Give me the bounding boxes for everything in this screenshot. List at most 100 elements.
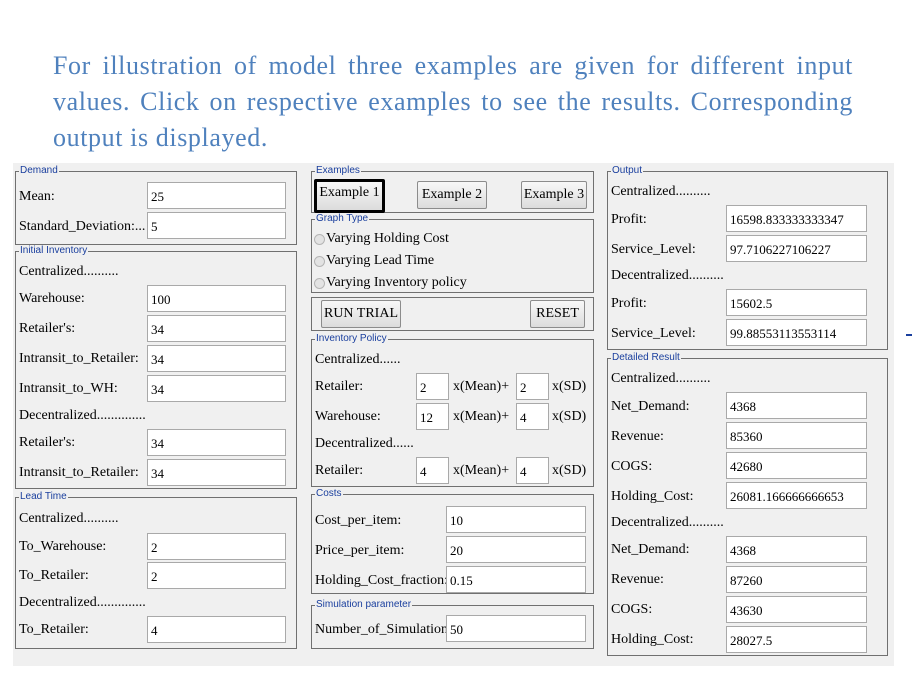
graph-type-legend: Graph Type — [315, 213, 370, 225]
initial-inventory-legend: Initial Inventory — [19, 245, 89, 257]
lt-decentralized-label: Decentralized.............. — [19, 595, 146, 610]
example-2-button[interactable]: Example 2 — [417, 181, 487, 209]
dr-centralized-label: Centralized.......... — [611, 371, 711, 386]
mean-input[interactable]: 25 — [147, 182, 286, 209]
ip-retailer-sd-input[interactable]: 2 — [516, 373, 549, 400]
radio-varying-holding-cost[interactable]: Varying Holding Cost — [314, 231, 449, 247]
service-level-output: 97.7106227106227 — [726, 235, 867, 262]
number-of-simulation-input[interactable]: 50 — [446, 615, 586, 642]
d-cogs-output: 43630 — [726, 596, 867, 623]
warehouse-label: Warehouse: — [19, 291, 85, 306]
d-retailers-input[interactable]: 34 — [147, 429, 286, 456]
to-retailer-label: To_Retailer: — [19, 568, 89, 583]
revenue-output: 85360 — [726, 422, 867, 449]
warehouse-input[interactable]: 100 — [147, 285, 286, 312]
ip-d-retailer-mean-input[interactable]: 4 — [416, 457, 449, 484]
demand-legend: Demand — [19, 165, 59, 177]
ip-d-retailer-sd-input[interactable]: 4 — [516, 457, 549, 484]
radio-label: Varying Lead Time — [326, 253, 435, 268]
ip-warehouse-mean-suffix: x(Mean)+ — [453, 409, 510, 424]
costs-group: Costs Cost_per_item: 10 Price_per_item: … — [311, 488, 594, 594]
retailers-label: Retailer's: — [19, 321, 76, 336]
radio-label: Varying Inventory policy — [326, 275, 467, 290]
d-revenue-output: 87260 — [726, 566, 867, 593]
number-of-simulation-label: Number_of_Simulation: — [315, 622, 452, 637]
out-decentralized-label: Decentralized.......... — [611, 268, 724, 283]
detailed-result-legend: Detailed Result — [611, 352, 681, 364]
d-net-demand-output: 4368 — [726, 536, 867, 563]
d-profit-label: Profit: — [611, 296, 647, 311]
d-revenue-label: Revenue: — [611, 572, 664, 587]
retailers-input[interactable]: 34 — [147, 315, 286, 342]
price-per-item-input[interactable]: 20 — [446, 536, 586, 563]
ip-retailer-mean-suffix: x(Mean)+ — [453, 379, 510, 394]
ip-retailer-mean-input[interactable]: 2 — [416, 373, 449, 400]
ip-centralized-label: Centralized...... — [315, 352, 401, 367]
lead-time-legend: Lead Time — [19, 491, 68, 503]
initial-inventory-group: Initial Inventory Centralized.......... … — [15, 245, 297, 489]
ip-d-retailer-label: Retailer: — [315, 463, 364, 478]
d-intransit-to-retailer-input[interactable]: 34 — [147, 459, 286, 486]
run-trial-button[interactable]: RUN TRIAL — [321, 300, 401, 328]
output-legend: Output — [611, 165, 644, 177]
cost-per-item-input[interactable]: 10 — [446, 506, 586, 533]
d-net-demand-label: Net_Demand: — [611, 542, 690, 557]
holding-cost-fraction-label: Holding_Cost_fraction:. — [315, 573, 452, 588]
cogs-label: COGS: — [611, 459, 653, 474]
ip-warehouse-sd-input[interactable]: 4 — [516, 403, 549, 430]
holding-cost-label: Holding_Cost: — [611, 489, 694, 504]
example-3-button[interactable]: Example 3 — [521, 181, 587, 209]
out-centralized-label: Centralized.......... — [611, 184, 711, 199]
radio-varying-inventory-policy[interactable]: Varying Inventory policy — [314, 275, 467, 291]
detailed-result-group: Detailed Result Centralized.......... Ne… — [607, 352, 888, 656]
cogs-output: 42680 — [726, 452, 867, 479]
inventory-policy-group: Inventory Policy Centralized...... Retai… — [311, 333, 594, 487]
ip-warehouse-mean-input[interactable]: 12 — [416, 403, 449, 430]
d-service-level-label: Service_Level: — [611, 326, 696, 341]
page-heading: For illustration of model three examples… — [53, 51, 853, 152]
profit-label: Profit: — [611, 212, 647, 227]
d-holding-cost-output: 28027.5 — [726, 626, 867, 653]
radio-icon — [314, 255, 325, 267]
holding-cost-fraction-input[interactable]: 0.15 — [446, 566, 586, 593]
profit-output: 16598.833333333347 — [726, 205, 867, 232]
output-group: Output Centralized.......... Profit: 165… — [607, 165, 888, 350]
examples-legend: Examples — [315, 165, 361, 177]
to-warehouse-input[interactable]: 2 — [147, 533, 286, 560]
d-retailers-label: Retailer's: — [19, 435, 76, 450]
ip-retailer-label: Retailer: — [315, 379, 364, 394]
standard-deviation-input[interactable]: 5 — [147, 212, 286, 239]
inventory-policy-legend: Inventory Policy — [315, 333, 388, 345]
graph-type-group: Graph Type Varying Holding Cost Varying … — [311, 213, 594, 293]
lt-centralized-label: Centralized.......... — [19, 511, 119, 526]
radio-label: Varying Holding Cost — [326, 231, 449, 246]
radio-varying-lead-time[interactable]: Varying Lead Time — [314, 253, 434, 269]
revenue-label: Revenue: — [611, 429, 664, 444]
reset-button[interactable]: RESET — [530, 300, 585, 328]
net-demand-label: Net_Demand: — [611, 399, 690, 414]
d-to-retailer-label: To_Retailer: — [19, 622, 89, 637]
lead-time-group: Lead Time Centralized.......... To_Wareh… — [15, 491, 297, 649]
intransit-to-retailer-input[interactable]: 34 — [147, 345, 286, 372]
to-retailer-input[interactable]: 2 — [147, 562, 286, 589]
dr-decentralized-label: Decentralized.......... — [611, 515, 724, 530]
mean-label: Mean: — [19, 189, 55, 204]
ii-decentralized-label: Decentralized.............. — [19, 408, 146, 423]
ip-warehouse-sd-suffix: x(SD) — [552, 409, 587, 424]
holding-cost-output: 26081.166666666653 — [726, 482, 867, 509]
to-warehouse-label: To_Warehouse: — [19, 539, 107, 554]
simulation-parameter-legend: Simulation parameter — [315, 599, 413, 611]
actions-group: RUN TRIAL RESET — [311, 297, 594, 331]
examples-group: Examples Example 1 Example 2 Example 3 — [311, 165, 594, 213]
d-service-level-output: 99.88553113553114 — [726, 319, 867, 346]
intransit-to-retailer-label: Intransit_to_Retailer: — [19, 351, 139, 366]
intransit-to-wh-label: Intransit_to_WH: — [19, 381, 118, 396]
example-1-button[interactable]: Example 1 — [314, 179, 385, 213]
d-cogs-label: COGS: — [611, 602, 653, 617]
intransit-to-wh-input[interactable]: 34 — [147, 375, 286, 402]
ip-d-retailer-mean-suffix: x(Mean)+ — [453, 463, 510, 478]
d-to-retailer-input[interactable]: 4 — [147, 616, 286, 643]
service-level-label: Service_Level: — [611, 242, 696, 257]
demand-group: Demand Mean: 25 Standard_Deviation:... 5 — [15, 165, 297, 245]
costs-legend: Costs — [315, 488, 343, 500]
